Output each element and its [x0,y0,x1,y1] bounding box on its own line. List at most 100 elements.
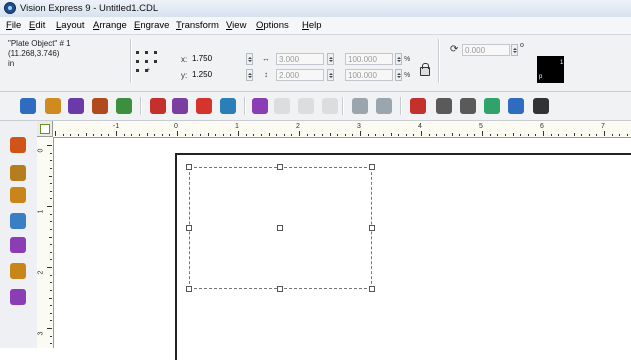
height-spinner[interactable] [327,69,334,81]
menu-options[interactable]: Options [256,20,289,31]
ruler-tick [550,134,552,136]
save-icon[interactable] [220,98,236,114]
open-folder-icon[interactable] [45,98,61,114]
ruler-tick [230,134,232,136]
text-tool-icon[interactable] [10,187,26,203]
menu-label: ngrave [140,20,170,31]
width-percent-field[interactable]: 100.000 [345,53,393,65]
pencil-icon[interactable] [10,263,26,279]
image-icon[interactable] [172,98,188,114]
rotate-icon: ⟳ [450,44,459,55]
ruler-tick [47,206,52,207]
menu-file[interactable]: File [6,20,21,31]
menu-transform[interactable]: Transform [176,20,219,31]
handle-top-left[interactable] [186,164,192,170]
rotation-spinner[interactable] [511,44,518,56]
menu-edit[interactable]: Edit [29,20,45,31]
ruler-tick [93,134,95,136]
menu-arrange[interactable]: Arrange [93,20,127,31]
width-field[interactable]: 3.000 [276,53,324,65]
x-spinner[interactable] [246,53,253,65]
handle-top-right[interactable] [369,164,375,170]
ruler-tick [50,213,52,215]
ruler-tick [47,328,52,329]
zoom-tool-icon[interactable] [10,213,26,229]
ruler-tick [413,134,415,136]
ruler-corner[interactable] [37,121,53,137]
vertical-ruler: 0 1 2 3 [37,137,54,348]
menu-view[interactable]: View [226,20,246,31]
fill-icon[interactable] [196,98,212,114]
ruler-tick [299,131,300,136]
ruler-tick [100,134,102,136]
node-edit-icon[interactable] [436,98,452,114]
ruler-tick [283,134,285,136]
menu-help[interactable]: Help [302,20,322,31]
print-preview-icon[interactable] [68,98,84,114]
ruler-tick [558,134,560,136]
handle-bottom-center[interactable] [277,286,283,292]
height-percent-field[interactable]: 100.000 [345,69,393,81]
print-icon[interactable] [92,98,108,114]
ruler-tick [565,134,567,136]
import-icon[interactable] [150,98,166,114]
y-position-field[interactable]: 1.250 [190,69,238,81]
ruler-tick [596,134,598,136]
star-cross-icon[interactable] [410,98,426,114]
handle-bottom-left[interactable] [186,286,192,292]
ruler-tick [50,190,52,192]
height-percent-spinner[interactable] [395,69,402,81]
handle-center[interactable] [277,225,283,231]
color-swatch[interactable]: 1 p [537,56,564,83]
separator [130,39,132,83]
width-spinner[interactable] [327,53,334,65]
handle-middle-right[interactable] [369,225,375,231]
ruler-tick [199,134,201,136]
menu-label: rrange [99,20,127,31]
ruler-tick [222,134,224,136]
engrave-icon[interactable] [116,98,132,114]
rotation-field[interactable]: 0.000 [462,44,510,56]
ruler-tick [321,134,323,136]
move-icon[interactable] [533,98,549,114]
star-icon[interactable] [274,98,290,114]
plate-icon[interactable] [252,98,268,114]
width-percent-spinner[interactable] [395,53,402,65]
handle-middle-left[interactable] [186,225,192,231]
grid2-icon[interactable] [376,98,392,114]
anchor-point-grid[interactable]: + [136,51,158,74]
node-add-icon[interactable] [460,98,476,114]
ruler-label: 2 [37,270,45,275]
color-icon[interactable] [484,98,500,114]
ruler-tick [238,131,239,136]
pen-icon[interactable] [10,289,26,305]
stamp-icon[interactable] [10,165,26,181]
x-position-field[interactable]: 1.750 [190,53,238,65]
star-disabled-icon[interactable] [298,98,314,114]
ruler-label: 1 [37,209,45,214]
vision-express-app-icon[interactable] [4,2,16,14]
tool-palette [0,121,38,348]
select-arrow-icon[interactable] [10,137,26,153]
ruler-tick [50,251,52,253]
handle-top-center[interactable] [277,164,283,170]
ruler-tick [604,131,605,136]
new-document-icon[interactable] [20,98,36,114]
menu-layout[interactable]: Layout [56,20,85,31]
object-units: in [8,59,15,68]
ruler-tick [146,133,148,136]
lock-icon[interactable] [420,63,430,76]
paint-icon[interactable] [10,237,26,253]
ruler-tick [535,134,537,136]
menu-engrave[interactable]: Engrave [134,20,169,31]
ruler-tick [70,134,72,136]
drawing-canvas[interactable] [54,138,631,360]
arrange-disabled-icon[interactable] [322,98,338,114]
height-field[interactable]: 2.000 [276,69,324,81]
handle-bottom-right[interactable] [369,286,375,292]
y-spinner[interactable] [246,69,253,81]
ruler-tick [497,134,499,136]
ruler-tick [50,312,52,314]
layer-icon[interactable] [508,98,524,114]
grid-icon[interactable] [352,98,368,114]
